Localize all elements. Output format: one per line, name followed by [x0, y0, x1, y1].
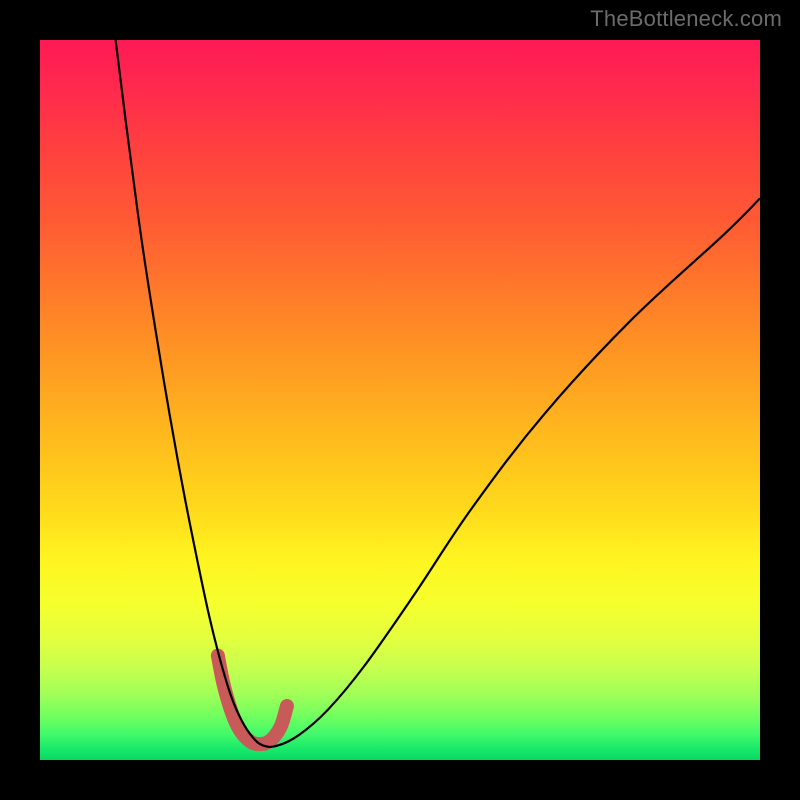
- chart-frame: TheBottleneck.com: [0, 0, 800, 800]
- highlight-segment: [218, 656, 287, 745]
- main-curve: [116, 40, 760, 747]
- watermark-text: TheBottleneck.com: [590, 6, 782, 32]
- chart-svg: [40, 40, 760, 760]
